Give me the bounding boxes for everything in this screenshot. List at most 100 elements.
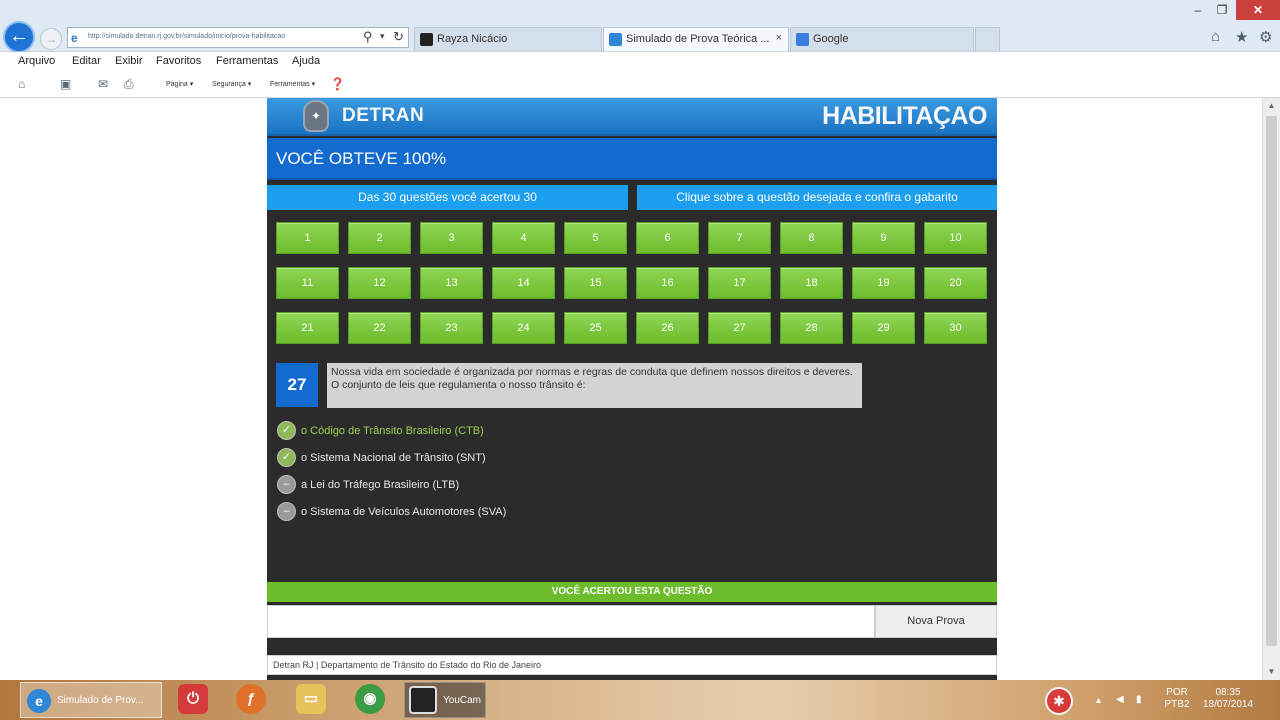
- question-button-3[interactable]: 3: [420, 222, 483, 254]
- language-code: POR: [1166, 687, 1188, 698]
- new-test-button[interactable]: Nova Prova: [875, 605, 997, 638]
- answer-label: a Lei do Tráfego Brasileiro (LTB): [301, 479, 460, 491]
- arrow-right-icon: →: [45, 32, 57, 46]
- question-button-21[interactable]: 21: [276, 312, 339, 344]
- tab-rayza[interactable]: Rayza Nicácio: [414, 27, 602, 51]
- network-icon[interactable]: ▮: [1136, 694, 1142, 705]
- current-question-number: 27: [276, 363, 318, 407]
- question-text: Nossa vida em sociedade é organizada por…: [327, 363, 862, 408]
- home-page-icon[interactable]: ⌂: [18, 77, 25, 91]
- taskbar-ie-window[interactable]: e Simulado de Prov...: [20, 682, 162, 718]
- tab-simulado[interactable]: Simulado de Prova Teórica ... ×: [603, 27, 789, 51]
- radio-unselected-icon: –: [277, 502, 296, 521]
- mail-icon[interactable]: ✉: [98, 77, 108, 91]
- question-button-13[interactable]: 13: [420, 267, 483, 299]
- detran-quiz-app: ✦ DETRAN HABILITAÇAO VOCÊ OBTEVE 100% Da…: [267, 98, 997, 680]
- close-window-button[interactable]: ✕: [1236, 0, 1280, 20]
- help-icon[interactable]: ❓: [330, 77, 345, 91]
- menu-ferramentas[interactable]: Ferramentas: [216, 55, 278, 67]
- question-button-18[interactable]: 18: [780, 267, 843, 299]
- question-button-27[interactable]: 27: [708, 312, 771, 344]
- question-button-20[interactable]: 20: [924, 267, 987, 299]
- tools-menu[interactable]: Ferramentas ▾: [270, 80, 315, 88]
- arrow-left-icon: ←: [9, 25, 29, 47]
- question-button-30[interactable]: 30: [924, 312, 987, 344]
- language-indicator[interactable]: POR PTB2: [1163, 687, 1191, 711]
- back-button[interactable]: ←: [3, 21, 35, 53]
- firefox-icon[interactable]: ƒ: [236, 684, 266, 714]
- scrollbar-thumb[interactable]: [1266, 116, 1277, 646]
- question-grid: 1 2 3 4 5 6 7 8 9 10 11 12 13 14 15 16 17 18 19 20 21 22 23 24 2…: [267, 98, 997, 358]
- chevron-down-icon[interactable]: ▾: [380, 31, 385, 42]
- windows-taskbar: e Simulado de Prov... ⏻ ƒ ▭ ◉ YouCam: [0, 680, 1280, 720]
- clock-date: 18/07/2014: [1202, 699, 1254, 710]
- feeds-icon[interactable]: ▣: [60, 77, 71, 91]
- question-button-11[interactable]: 11: [276, 267, 339, 299]
- file-explorer-icon[interactable]: ▭: [296, 684, 326, 714]
- menu-favoritos[interactable]: Favoritos: [156, 55, 201, 67]
- question-button-26[interactable]: 26: [636, 312, 699, 344]
- refresh-icon[interactable]: ↻: [393, 29, 404, 45]
- question-button-15[interactable]: 15: [564, 267, 627, 299]
- favorites-star-icon[interactable]: ★: [1235, 28, 1248, 46]
- question-button-4[interactable]: 4: [492, 222, 555, 254]
- question-button-5[interactable]: 5: [564, 222, 627, 254]
- question-button-28[interactable]: 28: [780, 312, 843, 344]
- question-button-17[interactable]: 17: [708, 267, 771, 299]
- vertical-scrollbar[interactable]: ▲ ▼: [1262, 98, 1280, 680]
- system-clock[interactable]: 08:35 18/07/2014: [1196, 687, 1260, 711]
- new-tab-button[interactable]: [975, 27, 1000, 51]
- maximize-button[interactable]: ❐: [1210, 0, 1234, 20]
- security-menu[interactable]: Segurança ▾: [212, 80, 251, 88]
- question-button-10[interactable]: 10: [924, 222, 987, 254]
- minimize-button[interactable]: ‒: [1186, 0, 1210, 20]
- question-button-14[interactable]: 14: [492, 267, 555, 299]
- menu-editar[interactable]: Editar: [72, 55, 101, 67]
- question-button-9[interactable]: 9: [852, 222, 915, 254]
- taskbar-youcam-label: YouCam: [443, 695, 481, 706]
- checkmark-icon: ✓: [277, 421, 296, 440]
- print-icon[interactable]: ⎙: [124, 77, 134, 92]
- webcam-icon: [409, 686, 437, 714]
- question-button-6[interactable]: 6: [636, 222, 699, 254]
- menu-exibir[interactable]: Exibir: [115, 55, 143, 67]
- home-icon[interactable]: ⌂: [1211, 28, 1220, 45]
- address-bar[interactable]: e http://simulado.detran.rj.gov.br/simul…: [67, 27, 409, 48]
- scroll-down-icon[interactable]: ▼: [1263, 664, 1280, 680]
- radio-unselected-icon: –: [277, 475, 296, 494]
- answer-label: o Sistema Nacional de Trânsito (SNT): [301, 452, 486, 464]
- taskbar-youcam-window[interactable]: YouCam: [404, 682, 486, 718]
- power-app-icon[interactable]: ⏻: [178, 684, 208, 714]
- question-button-12[interactable]: 12: [348, 267, 411, 299]
- address-url[interactable]: http://simulado.detran.rj.gov.br/simulad…: [88, 33, 285, 40]
- close-tab-icon[interactable]: ×: [776, 32, 782, 44]
- question-button-22[interactable]: 22: [348, 312, 411, 344]
- question-button-16[interactable]: 16: [636, 267, 699, 299]
- clock-time: 08:35: [1215, 687, 1241, 698]
- question-button-29[interactable]: 29: [852, 312, 915, 344]
- settings-gear-icon[interactable]: ⚙: [1259, 28, 1272, 46]
- question-button-1[interactable]: 1: [276, 222, 339, 254]
- question-button-8[interactable]: 8: [780, 222, 843, 254]
- command-bar: ⌂ ▣ ✉ ⎙ Página ▾ Segurança ▾ Ferramentas…: [0, 72, 1280, 98]
- question-button-7[interactable]: 7: [708, 222, 771, 254]
- question-button-24[interactable]: 24: [492, 312, 555, 344]
- page-menu[interactable]: Página ▾: [166, 80, 193, 88]
- ie-page-icon: e: [71, 31, 78, 45]
- site-favicon-icon: [420, 33, 433, 46]
- chrome-icon[interactable]: ◉: [355, 684, 385, 714]
- answer-label: o Sistema de Veículos Automotores (SVA): [301, 506, 507, 518]
- tray-expand-icon[interactable]: ▴: [1096, 695, 1101, 706]
- question-button-23[interactable]: 23: [420, 312, 483, 344]
- forward-button[interactable]: →: [40, 28, 62, 50]
- volume-icon[interactable]: ◀: [1116, 694, 1124, 705]
- tray-app-icon[interactable]: ✱: [1045, 687, 1073, 715]
- menu-ajuda[interactable]: Ajuda: [292, 55, 320, 67]
- search-icon[interactable]: ⚲: [363, 29, 373, 45]
- menu-arquivo[interactable]: Arquivo: [18, 55, 55, 67]
- tab-google[interactable]: Google: [790, 27, 974, 51]
- scroll-up-icon[interactable]: ▲: [1263, 98, 1280, 114]
- question-button-19[interactable]: 19: [852, 267, 915, 299]
- question-button-2[interactable]: 2: [348, 222, 411, 254]
- question-button-25[interactable]: 25: [564, 312, 627, 344]
